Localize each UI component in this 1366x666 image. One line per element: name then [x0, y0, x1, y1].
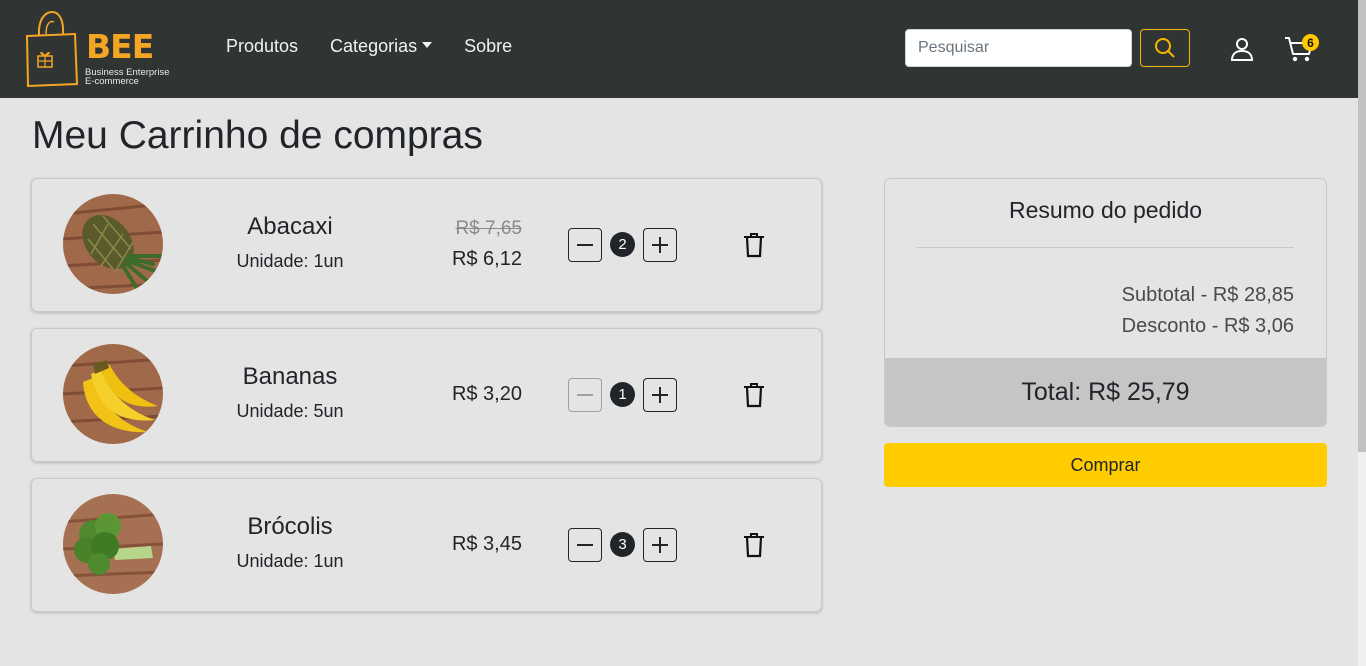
- item-unit: Unidade: 1un: [236, 551, 344, 571]
- item-price: R$ 3,20: [451, 383, 522, 405]
- product-image-broccoli: [63, 494, 163, 594]
- user-icon[interactable]: [1229, 36, 1255, 62]
- summary-discount: Desconto - R$ 3,06: [1121, 315, 1294, 337]
- search-button[interactable]: [1140, 29, 1190, 67]
- buy-button[interactable]: Comprar: [884, 443, 1327, 487]
- minus-icon: [577, 244, 593, 246]
- item-price: R$ 6,12: [451, 248, 522, 270]
- brand-tagline: Business Enterprise E-commerce: [85, 68, 169, 87]
- quantity-decrease-button[interactable]: [568, 528, 602, 562]
- plus-icon: [652, 387, 668, 403]
- quantity-badge: 3: [610, 532, 635, 557]
- product-image-bananas: [63, 344, 163, 444]
- quantity-increase-button[interactable]: [643, 378, 677, 412]
- nav-link-categorias-label: Categorias: [330, 36, 418, 56]
- nav-link-sobre[interactable]: Sobre: [464, 36, 512, 57]
- plus-icon: [652, 537, 668, 553]
- navbar: BEE Business Enterprise E-commerce Produ…: [0, 0, 1358, 98]
- search-icon: [1155, 38, 1175, 58]
- cart-item: Brócolis Unidade: 1un R$ 3,45 3: [31, 478, 822, 612]
- summary-title: Resumo do pedido: [1008, 197, 1203, 223]
- trash-icon[interactable]: [743, 532, 765, 558]
- quantity-badge: 1: [610, 382, 635, 407]
- item-name: Bananas: [242, 363, 338, 390]
- quantity-increase-button[interactable]: [643, 228, 677, 262]
- plus-icon: [652, 237, 668, 253]
- search-input[interactable]: [905, 29, 1132, 67]
- summary-subtotal: Subtotal - R$ 28,85: [1121, 284, 1294, 306]
- divider: [917, 247, 1294, 248]
- minus-icon: [577, 544, 593, 546]
- item-name: Abacaxi: [247, 213, 333, 240]
- quantity-increase-button[interactable]: [643, 528, 677, 562]
- quantity-badge: 2: [610, 232, 635, 257]
- nav-links: Produtos Categorias Sobre: [226, 36, 544, 57]
- summary-total: Total: R$ 25,79: [885, 358, 1326, 426]
- cart-item: Abacaxi Unidade: 1un R$ 7,65 R$ 6,12 2: [31, 178, 822, 312]
- item-unit: Unidade: 5un: [236, 401, 344, 421]
- shopping-bag-logo-icon: [25, 10, 79, 88]
- page-title: Meu Carrinho de compras: [32, 114, 483, 157]
- item-price: R$ 3,45: [451, 533, 522, 555]
- minus-icon: [577, 394, 593, 396]
- brand-name: BEE: [86, 27, 154, 66]
- cart-item: Bananas Unidade: 5un R$ 3,20 1: [31, 328, 822, 462]
- quantity-decrease-button[interactable]: [568, 378, 602, 412]
- nav-link-categorias[interactable]: Categorias: [330, 36, 433, 57]
- order-summary: Resumo do pedido Subtotal - R$ 28,85 Des…: [884, 178, 1327, 427]
- trash-icon[interactable]: [743, 382, 765, 408]
- quantity-decrease-button[interactable]: [568, 228, 602, 262]
- item-unit: Unidade: 1un: [236, 251, 344, 271]
- product-image-pineapple: [63, 194, 163, 294]
- trash-icon[interactable]: [743, 232, 765, 258]
- scrollbar-thumb[interactable]: [1358, 0, 1366, 452]
- brand-tagline-line2: E-commerce: [85, 76, 139, 87]
- item-price-old: R$ 7,65: [455, 218, 522, 239]
- caret-down-icon: [422, 41, 433, 48]
- cart-count-badge: 6: [1302, 34, 1319, 51]
- brand-logo[interactable]: BEE Business Enterprise E-commerce: [24, 10, 174, 88]
- item-name: Brócolis: [247, 513, 333, 540]
- nav-link-produtos[interactable]: Produtos: [226, 36, 298, 57]
